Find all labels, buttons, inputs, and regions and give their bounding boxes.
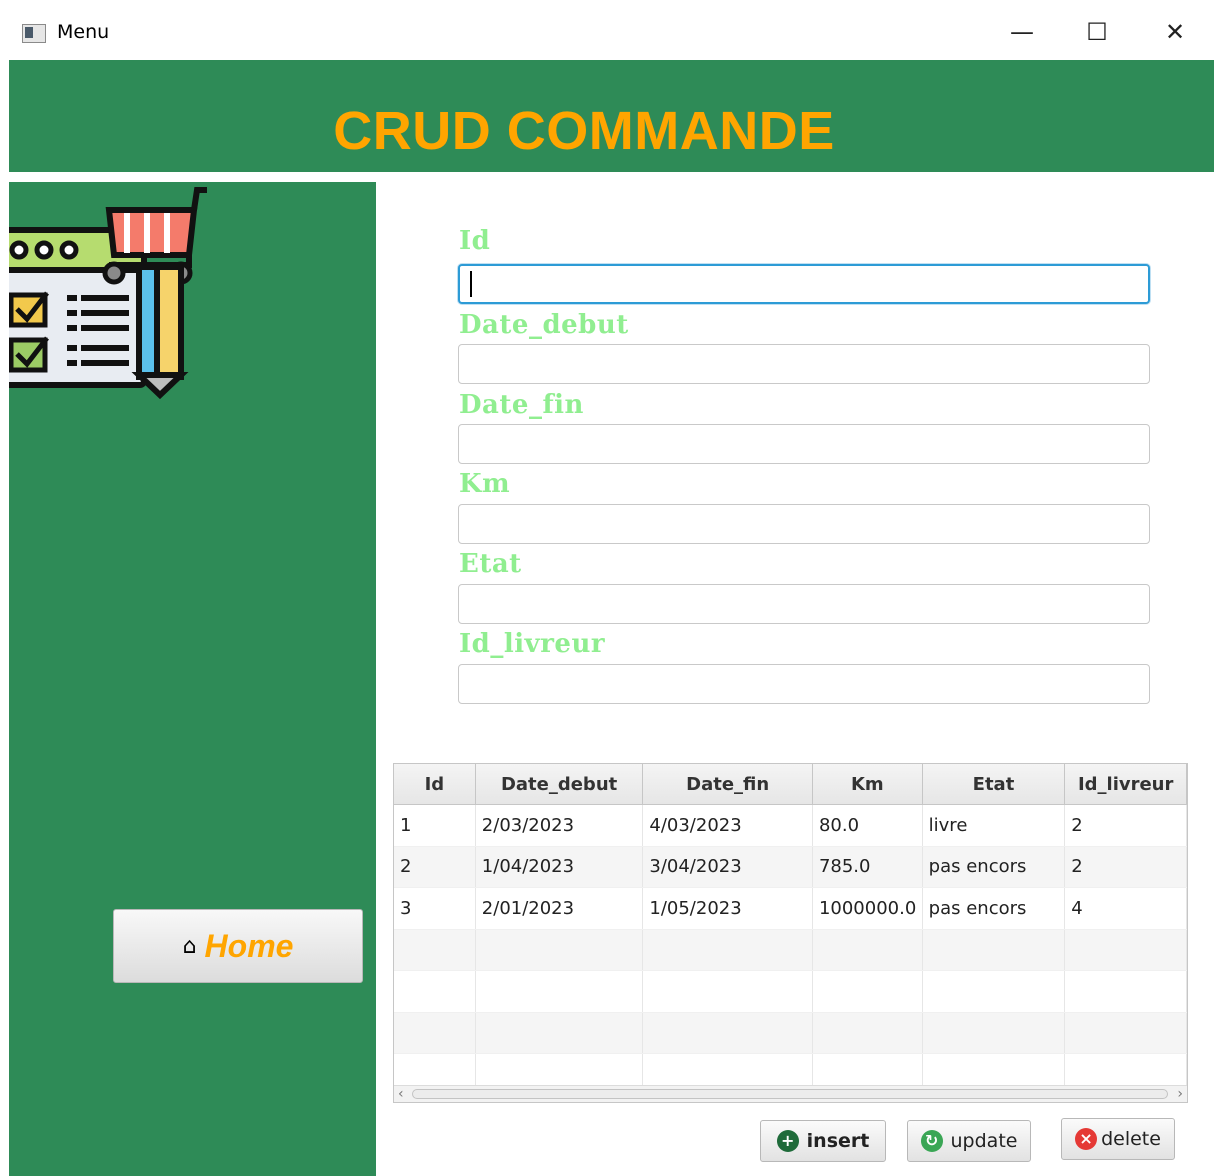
text-caret (470, 271, 472, 297)
etat-field[interactable] (458, 584, 1150, 624)
insert-button[interactable]: + insert (760, 1120, 886, 1162)
window-title: Menu (57, 21, 110, 43)
horizontal-scrollbar[interactable]: ‹ › (394, 1085, 1187, 1102)
date-debut-label: Date_debut (459, 310, 629, 340)
etat-label: Etat (459, 549, 522, 579)
column-header-date-debut[interactable]: Date_debut (476, 764, 644, 804)
update-button[interactable]: ↻ update (907, 1120, 1031, 1162)
table-cell: 3 (394, 888, 476, 929)
scroll-right-icon[interactable]: › (1177, 1086, 1183, 1102)
home-button[interactable]: ⌂ Home (113, 909, 363, 983)
table-cell: 2/03/2023 (476, 805, 644, 846)
table-cell: 4/03/2023 (643, 805, 813, 846)
table-cell: 80.0 (813, 805, 923, 846)
empty-table-row (394, 929, 1187, 971)
id-livreur-field[interactable] (458, 664, 1150, 704)
table-cell: 1 (394, 805, 476, 846)
table-cell: 2 (1065, 846, 1187, 887)
table-cell: 3/04/2023 (643, 846, 813, 887)
column-header-id-livreur[interactable]: Id_livreur (1065, 764, 1187, 804)
table-cell: 2 (1065, 805, 1187, 846)
table-cell: 4 (1065, 888, 1187, 929)
id-label: Id (459, 226, 491, 256)
table-cell: 785.0 (813, 846, 923, 887)
table-row[interactable]: 1 2/03/2023 4/03/2023 80.0 livre 2 (394, 805, 1187, 847)
title-bar: Menu — ☐ ✕ (0, 0, 1214, 60)
minimize-button[interactable]: — (1002, 14, 1042, 50)
commande-table[interactable]: Id Date_debut Date_fin Km Etat Id_livreu… (393, 763, 1188, 1103)
table-row[interactable]: 3 2/01/2023 1/05/2023 1000000.0 pas enco… (394, 888, 1187, 930)
table-cell: 1000000.0 (813, 888, 923, 929)
table-cell: 2/01/2023 (476, 888, 644, 929)
id-field[interactable] (458, 264, 1150, 304)
insert-button-label: insert (806, 1130, 870, 1152)
scrollbar-thumb[interactable] (412, 1089, 1168, 1099)
table-cell: 2 (394, 846, 476, 887)
table-cell: 1/04/2023 (476, 846, 644, 887)
column-header-etat[interactable]: Etat (923, 764, 1066, 804)
house-icon: ⌂ (182, 933, 197, 959)
date-debut-field[interactable] (458, 344, 1150, 384)
app-icon (22, 24, 46, 43)
km-field[interactable] (458, 504, 1150, 544)
table-cell: livre (923, 805, 1066, 846)
home-button-label: Home (204, 927, 294, 964)
table-cell: pas encors (923, 888, 1066, 929)
column-header-date-fin[interactable]: Date_fin (643, 764, 813, 804)
plus-circle-icon: + (776, 1130, 799, 1152)
id-livreur-label: Id_livreur (459, 629, 606, 659)
table-body: 1 2/03/2023 4/03/2023 80.0 livre 2 2 1/0… (394, 805, 1187, 1096)
update-button-label: update (950, 1130, 1018, 1152)
km-label: Km (459, 469, 511, 499)
close-button[interactable]: ✕ (1155, 14, 1195, 50)
maximize-button[interactable]: ☐ (1077, 14, 1117, 50)
table-cell: 1/05/2023 (643, 888, 813, 929)
date-fin-label: Date_fin (459, 390, 584, 420)
empty-table-row (394, 1012, 1187, 1054)
column-header-km[interactable]: Km (813, 764, 923, 804)
scroll-left-icon[interactable]: ‹ (398, 1086, 404, 1102)
column-header-id[interactable]: Id (394, 764, 476, 804)
empty-table-row (394, 971, 1187, 1013)
table-row[interactable]: 2 1/04/2023 3/04/2023 785.0 pas encors 2 (394, 846, 1187, 888)
date-fin-field[interactable] (458, 424, 1150, 464)
page-title: CRUD COMMANDE (333, 101, 835, 161)
table-cell: pas encors (923, 846, 1066, 887)
delete-button-label: delete (1101, 1128, 1161, 1150)
order-checklist-logo (9, 187, 207, 400)
close-circle-icon: × (1075, 1128, 1098, 1150)
delete-button[interactable]: × delete (1061, 1118, 1175, 1160)
table-header: Id Date_debut Date_fin Km Etat Id_livreu… (394, 764, 1187, 805)
refresh-icon: ↻ (920, 1130, 943, 1152)
